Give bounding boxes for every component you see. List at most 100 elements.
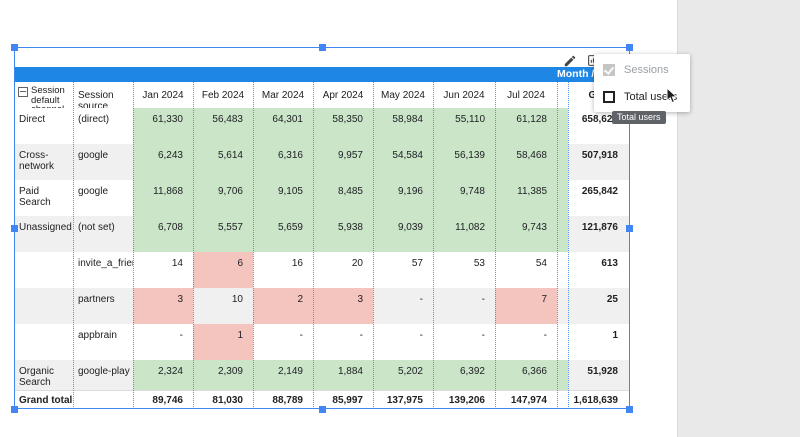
value-cell: -	[433, 288, 495, 324]
grand-total-source-cell	[73, 391, 133, 409]
source-cell: partners	[73, 288, 133, 324]
source-cell: (not set)	[73, 216, 133, 252]
pivot-table[interactable]: Month / S Session default channelSession…	[14, 67, 630, 409]
value-cell: 7	[495, 288, 557, 324]
value-cell: 11,385	[495, 180, 557, 216]
channel-cell: Unassigned	[14, 216, 73, 252]
clipped-value-cell	[557, 144, 568, 180]
table-row: Unassigned (not set) 6,708 5,557 5,659 5,938 9…	[14, 216, 630, 252]
report-canvas: Month / S Session default channelSession…	[0, 0, 800, 437]
channel-cell	[14, 252, 73, 288]
row-total-cell: 507,918	[568, 144, 630, 180]
value-cell: 58,468	[495, 144, 557, 180]
pivot-column-header-bar: Month / S	[14, 67, 630, 82]
value-cell: 10	[193, 288, 253, 324]
selection-handle-middle-left[interactable]	[10, 224, 18, 232]
value-cell: 56,139	[433, 144, 495, 180]
selection-handle-bottom-right[interactable]	[626, 405, 633, 413]
collapse-minus-icon[interactable]	[18, 87, 28, 97]
value-cell: 2	[253, 288, 313, 324]
value-cell: 20	[313, 252, 373, 288]
selection-handle-top-left[interactable]	[10, 43, 18, 51]
grand-total-value-cell: 89,746	[133, 391, 193, 409]
month-header-cell: Mar 2024	[253, 82, 313, 108]
grand-total-value-cell: 147,974	[495, 391, 557, 409]
selection-handle-bottom-middle[interactable]	[318, 405, 326, 413]
grand-total-value-cell: 137,975	[373, 391, 433, 409]
row-total-cell: 51,928	[568, 360, 630, 390]
selection-handle-bottom-left[interactable]	[10, 405, 18, 413]
grand-total-value-cell: 88,789	[253, 391, 313, 409]
value-cell: 11,082	[433, 216, 495, 252]
edit-pencil-icon[interactable]	[563, 54, 577, 73]
value-cell: 58,350	[313, 108, 373, 144]
month-header-cell: Feb 2024	[193, 82, 253, 108]
source-cell: invite_a_friend	[73, 252, 133, 288]
value-cell: 9,196	[373, 180, 433, 216]
row-total-cell: 613	[568, 252, 630, 288]
month-header-cell: Jun 2024	[433, 82, 495, 108]
month-header-cell: Jul 2024	[495, 82, 557, 108]
source-header-cell: Session source	[73, 82, 133, 108]
value-cell: 5,938	[313, 216, 373, 252]
sessions-checkbox-checked[interactable]	[603, 63, 615, 76]
value-cell: 54	[495, 252, 557, 288]
value-cell: -	[313, 324, 373, 360]
pivot-header-row: Session default channelSession sourceJan…	[14, 82, 630, 108]
value-cell: 2,149	[253, 360, 313, 390]
value-cell: -	[495, 324, 557, 360]
outside-canvas-area	[677, 0, 800, 437]
grand-total-value-cell: 81,030	[193, 391, 253, 409]
value-cell: 9,957	[313, 144, 373, 180]
total-users-checkbox-unchecked[interactable]	[603, 90, 615, 103]
clipped-value-cell	[557, 288, 568, 324]
value-cell: 9,105	[253, 180, 313, 216]
value-cell: 8,485	[313, 180, 373, 216]
selection-handle-top-middle[interactable]	[318, 43, 326, 51]
value-cell: 2,324	[133, 360, 193, 390]
month-header-cell: May 2024	[373, 82, 433, 108]
channel-cell	[14, 324, 73, 360]
value-cell: 5,614	[193, 144, 253, 180]
value-cell: 2,309	[193, 360, 253, 390]
value-cell: 3	[313, 288, 373, 324]
value-cell: 1,884	[313, 360, 373, 390]
mouse-cursor-icon	[666, 86, 678, 109]
selection-handle-middle-right[interactable]	[626, 224, 633, 232]
value-cell: 9,748	[433, 180, 495, 216]
value-cell: 56,483	[193, 108, 253, 144]
channel-cell: Direct	[14, 108, 73, 144]
clipped-value-cell	[557, 324, 568, 360]
value-cell: -	[433, 324, 495, 360]
clipped-value-cell	[557, 252, 568, 288]
value-cell: 9,706	[193, 180, 253, 216]
clipped-column-header-cell	[557, 82, 568, 108]
corner-header-cell: Session default channel	[14, 82, 73, 108]
channel-cell: Cross-network	[14, 144, 73, 180]
source-cell: (direct)	[73, 108, 133, 144]
value-cell: 9,039	[373, 216, 433, 252]
value-cell: 6,243	[133, 144, 193, 180]
value-cell: 6	[193, 252, 253, 288]
grand-total-sum-cell: 1,618,639	[568, 391, 630, 409]
grand-total-label-cell: Grand total	[14, 391, 73, 409]
value-cell: 53	[433, 252, 495, 288]
selection-handle-top-right[interactable]	[626, 43, 633, 51]
value-cell: 61,128	[495, 108, 557, 144]
channel-cell	[14, 288, 73, 324]
value-cell: 6,708	[133, 216, 193, 252]
value-cell: -	[253, 324, 313, 360]
value-cell: 5,659	[253, 216, 313, 252]
grand-total-value-cell: 139,206	[433, 391, 495, 409]
table-row: partners 3 10 2 3- -7 25	[14, 288, 630, 324]
value-cell: 55,110	[433, 108, 495, 144]
value-cell: -	[133, 324, 193, 360]
menu-item-sessions[interactable]: Sessions	[594, 56, 690, 83]
clipped-value-cell	[557, 108, 568, 144]
table-row: Cross-network google 6,243 5,614 6,316 9,957 5…	[14, 144, 630, 180]
value-cell: 64,301	[253, 108, 313, 144]
value-cell: 5,202	[373, 360, 433, 390]
value-cell: -	[373, 288, 433, 324]
grand-total-clipped-cell	[557, 391, 568, 409]
value-cell: 61,330	[133, 108, 193, 144]
